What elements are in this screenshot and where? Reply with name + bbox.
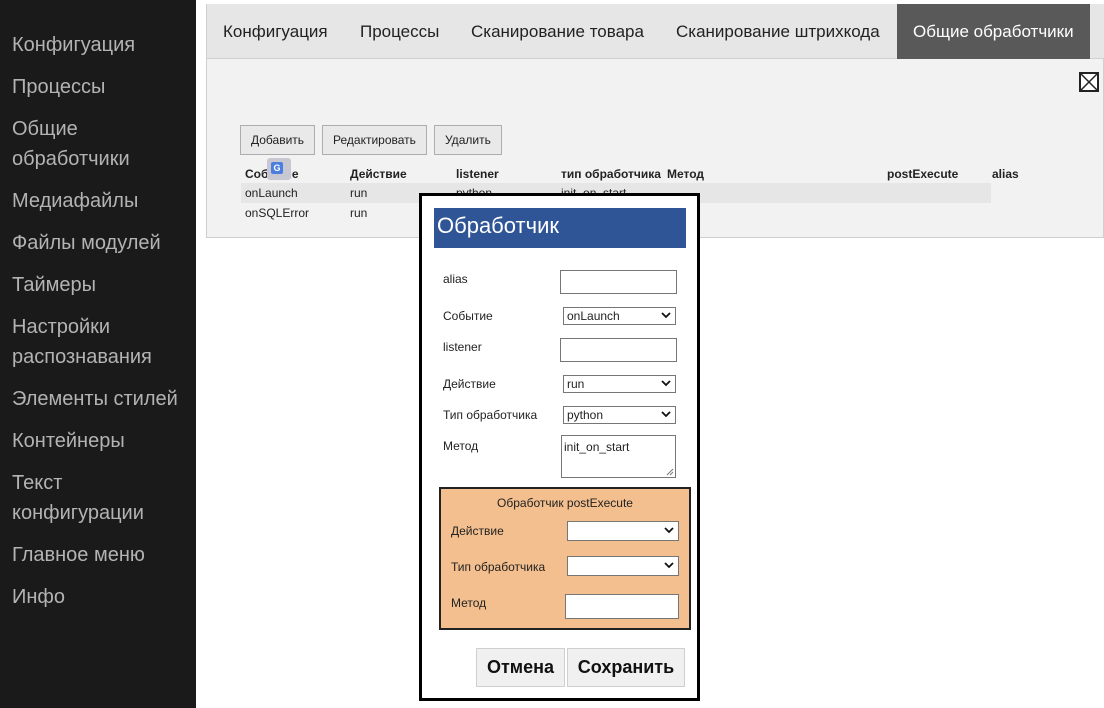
method-textarea[interactable]: init_on_start — [561, 435, 676, 478]
listener-label: listener — [443, 340, 482, 354]
action-label: Действие — [443, 377, 496, 391]
post-method-input[interactable] — [565, 594, 679, 619]
handler-type-select[interactable]: python — [563, 406, 676, 424]
tab-bar: Конфигуация Процессы Сканирование товара… — [207, 4, 1104, 59]
chevron-down-icon — [664, 527, 674, 534]
column-header-action[interactable]: Действие — [350, 167, 407, 181]
alias-input[interactable] — [560, 270, 677, 294]
sidebar-item-info[interactable]: Инфо — [0, 582, 196, 612]
sidebar-item-containers[interactable]: Контейнеры — [0, 426, 196, 456]
column-header-listener[interactable]: listener — [456, 167, 499, 181]
delete-button[interactable]: Удалить — [434, 125, 502, 155]
sidebar-item-recognition-settings[interactable]: Настройки распознавания — [0, 312, 196, 372]
column-header-method[interactable]: Метод — [667, 167, 704, 181]
post-action-select[interactable] — [567, 521, 679, 541]
sidebar-item-timers[interactable]: Таймеры — [0, 270, 196, 300]
resize-grip-icon[interactable] — [666, 468, 674, 476]
event-label: Событие — [443, 309, 493, 323]
tab-config[interactable]: Конфигуация — [207, 4, 344, 59]
cell-event: onSQLError — [245, 206, 310, 220]
action-select-value: run — [567, 377, 585, 391]
column-header-alias[interactable]: alias — [992, 167, 1019, 181]
post-method-label: Метод — [451, 596, 487, 610]
post-handler-type-label: Тип обработчика — [451, 560, 546, 574]
close-icon[interactable] — [1079, 72, 1099, 92]
sidebar-item-config-text[interactable]: Текст конфигурации — [0, 468, 196, 528]
chevron-down-icon — [661, 411, 671, 418]
sidebar-item-processes[interactable]: Процессы — [0, 72, 196, 102]
event-select-value: onLaunch — [567, 309, 620, 323]
event-select[interactable]: onLaunch — [563, 307, 676, 325]
handler-type-select-value: python — [567, 408, 604, 422]
cell-action: run — [350, 206, 368, 220]
tab-common-handlers[interactable]: Общие обработчики — [897, 4, 1090, 59]
sidebar-item-config[interactable]: Конфигуация — [0, 30, 196, 60]
handler-type-label: Тип обработчика — [443, 408, 538, 422]
add-button[interactable]: Добавить — [240, 125, 316, 155]
dialog-title: Обработчик — [434, 208, 686, 248]
handler-dialog: Обработчик alias Событие onLaunch listen… — [419, 193, 700, 701]
post-execute-section: Обработчик postExecute Действие Тип обра… — [439, 487, 691, 630]
sidebar-item-common-handlers[interactable]: Общие обработчики — [0, 114, 196, 174]
method-textarea-value: init_on_start — [564, 440, 630, 454]
sidebar: Конфигуация Процессы Общие обработчики М… — [0, 0, 196, 708]
tab-processes[interactable]: Процессы — [344, 4, 455, 59]
cancel-button[interactable]: Отмена — [476, 648, 565, 687]
chevron-down-icon — [661, 312, 671, 319]
translate-icon[interactable]: G — [267, 158, 291, 180]
chevron-down-icon — [661, 380, 671, 387]
tab-barcode-scan[interactable]: Сканирование штрихкода — [660, 4, 896, 59]
app-root: Конфигуация Процессы Общие обработчики М… — [0, 0, 1104, 708]
action-select[interactable]: run — [563, 375, 676, 393]
edit-button[interactable]: Редактировать — [322, 125, 427, 155]
column-header-handler-type[interactable]: тип обработчика — [561, 167, 661, 181]
tab-product-scan[interactable]: Сканирование товара — [455, 4, 660, 59]
method-label: Метод — [443, 439, 479, 453]
cell-event: onLaunch — [245, 186, 298, 200]
post-execute-title: Обработчик postExecute — [497, 496, 633, 510]
alias-label: alias — [443, 272, 468, 286]
sidebar-item-module-files[interactable]: Файлы модулей — [0, 228, 196, 258]
post-action-label: Действие — [451, 524, 504, 538]
save-button[interactable]: Сохранить — [567, 648, 685, 687]
sidebar-item-media[interactable]: Медиафайлы — [0, 186, 196, 216]
cell-action: run — [350, 186, 368, 200]
sidebar-item-main-menu[interactable]: Главное меню — [0, 540, 196, 570]
sidebar-item-style-elements[interactable]: Элементы стилей — [0, 384, 196, 414]
post-handler-type-select[interactable] — [567, 556, 679, 576]
column-header-post-execute[interactable]: postExecute — [887, 167, 958, 181]
chevron-down-icon — [664, 562, 674, 569]
listener-input[interactable] — [560, 338, 677, 362]
